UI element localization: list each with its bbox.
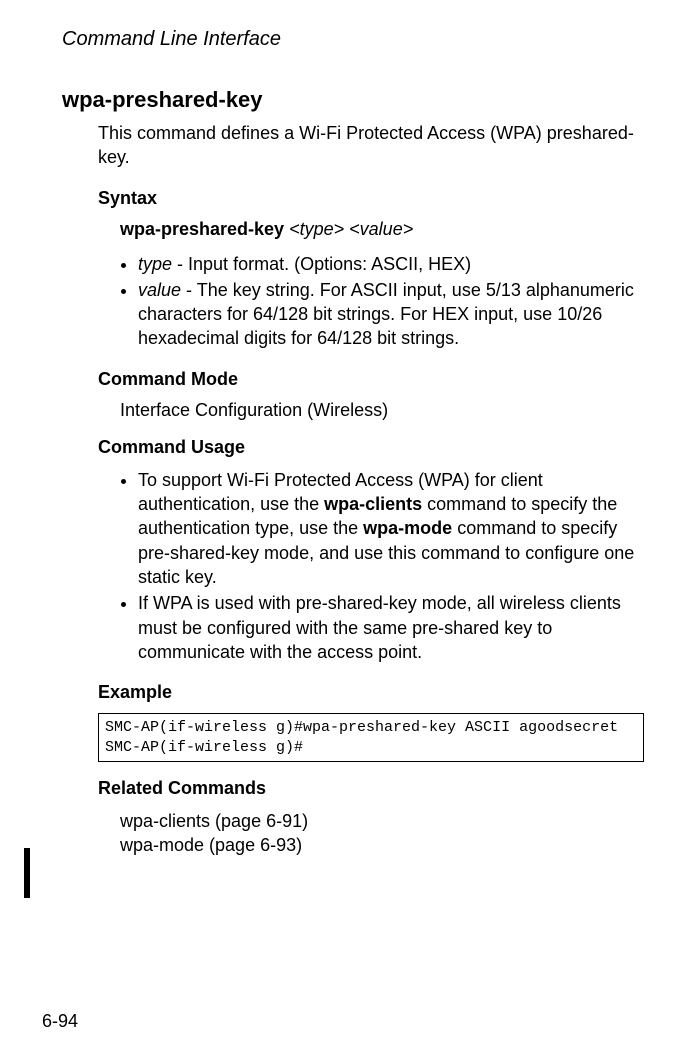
usage-list: To support Wi-Fi Protected Access (WPA) … — [120, 468, 650, 664]
param-name: type — [138, 254, 172, 274]
syntax-heading: Syntax — [98, 188, 650, 209]
syntax-arg-type: <type> — [289, 219, 344, 239]
list-item: To support Wi-Fi Protected Access (WPA) … — [138, 468, 650, 589]
example-heading: Example — [98, 682, 650, 703]
inline-command: wpa-clients — [324, 494, 422, 514]
syntax-arg-value: <value> — [349, 219, 413, 239]
usage-text: If WPA is used with pre-shared-key mode,… — [138, 593, 621, 662]
related-commands: wpa-clients (page 6-91) wpa-mode (page 6… — [120, 809, 650, 858]
command-mode-text: Interface Configuration (Wireless) — [120, 400, 650, 421]
related-item: wpa-clients (page 6-91) — [120, 809, 650, 833]
example-code-block: SMC-AP(if-wireless g)#wpa-preshared-key … — [98, 713, 644, 762]
change-bar — [24, 848, 30, 898]
running-header: Command Line Interface — [62, 28, 650, 51]
command-mode-heading: Command Mode — [98, 369, 650, 390]
syntax-line: wpa-preshared-key <type> <value> — [120, 219, 650, 240]
related-item: wpa-mode (page 6-93) — [120, 833, 650, 857]
param-name: value — [138, 280, 181, 300]
related-commands-heading: Related Commands — [98, 778, 650, 799]
command-usage-heading: Command Usage — [98, 437, 650, 458]
page-number: 6-94 — [42, 1011, 78, 1032]
param-desc: - The key string. For ASCII input, use 5… — [138, 280, 634, 349]
list-item: value - The key string. For ASCII input,… — [138, 278, 650, 351]
command-description: This command defines a Wi-Fi Protected A… — [98, 121, 650, 170]
syntax-command: wpa-preshared-key — [120, 219, 284, 239]
command-title: wpa-preshared-key — [62, 87, 650, 113]
param-desc: - Input format. (Options: ASCII, HEX) — [172, 254, 471, 274]
list-item: type - Input format. (Options: ASCII, HE… — [138, 252, 650, 276]
inline-command: wpa-mode — [363, 518, 452, 538]
list-item: If WPA is used with pre-shared-key mode,… — [138, 591, 650, 664]
parameter-list: type - Input format. (Options: ASCII, HE… — [120, 252, 650, 351]
